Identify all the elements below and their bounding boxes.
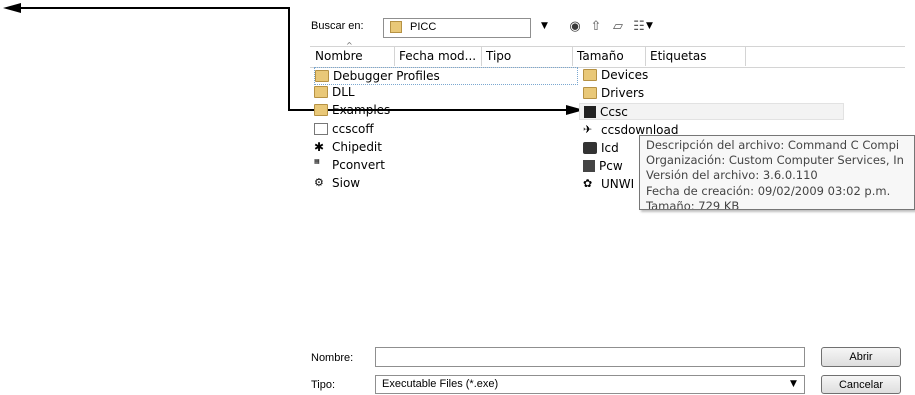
up-folder-icon[interactable]: ⇧ [587,19,605,35]
file-info-tooltip: Descripción del archivo: Command C Compi… [639,135,915,210]
list-item[interactable]: Examples [314,102,390,118]
file-name: UNWI [601,177,635,191]
chip-icon: ✱ [314,140,325,154]
file-name: Drivers [601,86,645,100]
list-item[interactable]: Pcw [583,158,623,174]
list-item[interactable]: ✱ Chipedit [314,139,382,155]
file-name: Debugger Profiles [333,69,440,83]
exe-icon [314,123,328,135]
tooltip-organization: Organización: Custom Computer Services, … [646,153,904,168]
tooltip-description: Descripción del archivo: Command C Compi [646,138,900,152]
lookin-value: PICC [410,21,437,33]
file-name: Icd [601,141,619,155]
tooltip-creation-date: Fecha de creación: 09/02/2009 03:02 p.m. [646,183,891,198]
lookin-select[interactable]: PICC [383,18,531,38]
convert-icon: ▦ [314,158,320,165]
uninstall-icon: ✿ [583,177,593,190]
file-name: Ccsc [600,104,628,119]
filetype-label: Tipo: [311,379,336,391]
file-name: Chipedit [332,140,382,154]
chevron-down-icon[interactable]: ▼ [790,379,797,389]
file-name: Devices [601,68,649,82]
folder-icon [583,69,597,81]
list-item[interactable]: Icd [583,140,619,156]
column-header-date[interactable]: Fecha mod... [395,46,482,66]
file-name: Siow [332,176,361,190]
lookin-label: Buscar en: [311,20,364,32]
filename-label: Nombre: [311,352,354,364]
tooltip-version: Versión del archivo: 3.6.0.110 [646,168,818,183]
filetype-select[interactable]: Executable Files (*.exe) ▼ [375,375,805,394]
list-item-selected[interactable]: Ccsc [579,103,844,120]
folder-icon [315,70,329,82]
chevron-down-icon[interactable]: ▼ [541,21,548,31]
back-icon[interactable]: ◉ [566,19,584,35]
list-item[interactable]: DLL [314,84,355,100]
column-header-name[interactable]: Nombre [311,46,395,66]
list-item[interactable]: ✿ UNWI [583,176,634,192]
folder-icon [583,87,597,99]
filetype-value: Executable Files (*.exe) [382,378,499,390]
list-item[interactable]: Drivers [583,85,644,101]
list-item[interactable]: Debugger Profiles [314,67,578,85]
file-name: ccscoff [332,122,374,136]
view-menu-chevron-icon[interactable]: ▼ [646,21,653,31]
cancel-button[interactable]: Cancelar [821,375,901,394]
serial-icon: ⚙ [314,176,324,189]
list-item[interactable]: ccscoff [314,121,374,137]
column-header-size[interactable]: Tamaño [573,46,646,66]
file-name: Pcw [599,159,623,173]
list-item[interactable]: ⚙ Siow [314,175,360,191]
file-name: Pconvert [332,158,385,172]
folder-icon [314,86,328,98]
download-icon: ✈ [583,123,593,136]
file-name: Examples [332,103,391,117]
annotation-arrowhead-left [3,3,21,13]
tooltip-size: Tamaño: 729 KB [646,198,740,210]
icd-icon [583,142,597,154]
column-header-tags[interactable]: Etiquetas [646,46,746,66]
app-icon [584,105,596,118]
list-item[interactable]: Devices [583,67,648,83]
folder-icon [314,104,328,116]
sort-caret-icon: ^ [346,41,353,50]
column-header-type[interactable]: Tipo [482,46,573,66]
pcw-icon [583,160,595,172]
new-folder-icon[interactable]: ▱ [609,19,627,35]
list-item[interactable]: ▦ Pconvert [314,157,385,173]
folder-icon [390,21,402,33]
open-button[interactable]: Abrir [821,347,901,367]
filename-field[interactable] [375,347,805,367]
file-name: DLL [332,85,355,99]
